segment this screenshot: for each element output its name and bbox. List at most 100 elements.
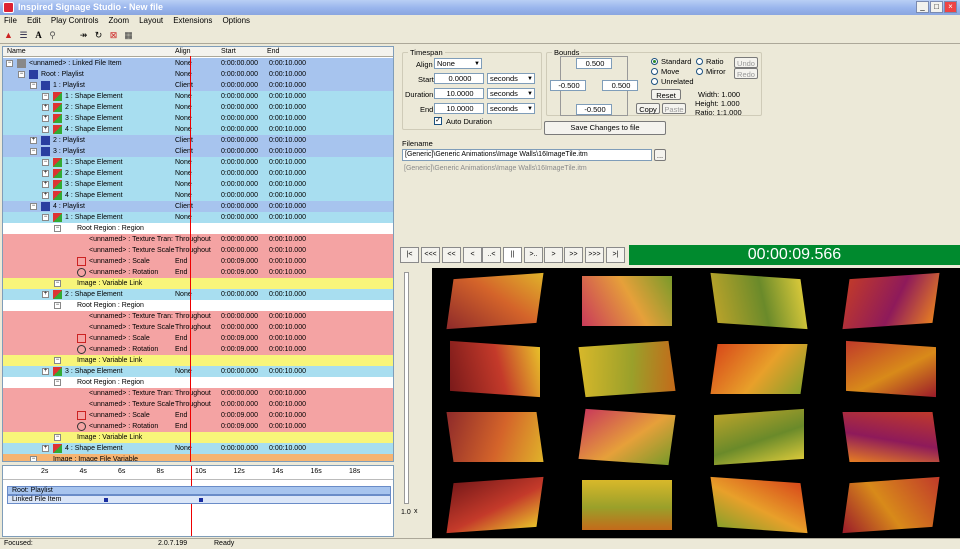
- menu-extensions[interactable]: Extensions: [169, 15, 216, 26]
- timeline[interactable]: 2s 4s 6s 8s 10s 12s 14s 16s 18s Root: Playlist L…: [2, 465, 394, 537]
- expand-toggle[interactable]: −: [54, 379, 61, 386]
- reset-button[interactable]: Reset: [651, 89, 681, 100]
- last-frame-button[interactable]: >|: [606, 247, 625, 263]
- expand-toggle[interactable]: −: [30, 148, 37, 155]
- duration-input[interactable]: 10.0000: [434, 88, 484, 99]
- tree-row[interactable]: − <unnamed> : Linked File Item None 0:00:00…: [3, 58, 393, 69]
- expand-toggle[interactable]: +: [42, 115, 49, 122]
- expand-toggle[interactable]: +: [42, 445, 49, 452]
- expand-toggle[interactable]: +: [42, 104, 49, 111]
- pause-button[interactable]: ||: [503, 247, 522, 263]
- auto-duration-checkbox[interactable]: ✓: [434, 117, 442, 125]
- tree-row[interactable]: <unnamed> : Texture Scale Throughout 0:00:…: [3, 322, 393, 333]
- tree-row[interactable]: <unnamed> : Texture Tran: Throughout 0:00:…: [3, 234, 393, 245]
- filename-input[interactable]: [Generic]\Generic Animations\Image Walls…: [402, 149, 652, 161]
- shape-tool-icon[interactable]: ▲: [3, 30, 14, 41]
- element-tree[interactable]: Name Align Start End − <unnamed> : Linked…: [2, 46, 394, 462]
- expand-toggle[interactable]: −: [54, 280, 61, 287]
- radio-move[interactable]: [651, 68, 658, 75]
- start-unit-select[interactable]: seconds ▼: [487, 73, 535, 84]
- tree-row[interactable]: − Image : Image File Variable: [3, 454, 393, 461]
- expand-toggle[interactable]: −: [18, 71, 25, 78]
- expand-toggle[interactable]: +: [42, 170, 49, 177]
- expand-toggle[interactable]: −: [54, 434, 61, 441]
- tree-row[interactable]: +4 : Shape Element None 0:00:00.000 0:00:10…: [3, 190, 393, 201]
- save-changes-button[interactable]: Save Changes to file: [544, 121, 666, 135]
- tree-row[interactable]: − Image : Variable Link: [3, 355, 393, 366]
- radio-standard[interactable]: [651, 58, 658, 65]
- radio-ratio[interactable]: [696, 58, 703, 65]
- tree-row[interactable]: − Root : Playlist None 0:00:00.000 0:00:10.0…: [3, 69, 393, 80]
- track-root-playlist[interactable]: Root: Playlist: [7, 486, 391, 495]
- radio-mirror[interactable]: [696, 68, 703, 75]
- tree-row[interactable]: +2 : Shape Element None 0:00:00.000 0:00:10…: [3, 102, 393, 113]
- menu-edit[interactable]: Edit: [23, 15, 45, 26]
- tree-row[interactable]: +2 : Shape Element None 0:00:00.000 0:00:10…: [3, 168, 393, 179]
- zoom-slider[interactable]: [404, 272, 409, 504]
- start-input[interactable]: 0.0000: [434, 73, 484, 84]
- end-unit-select[interactable]: seconds ▼: [487, 103, 535, 114]
- expand-toggle[interactable]: +: [42, 192, 49, 199]
- keyframe-marker[interactable]: [104, 498, 108, 502]
- tree-row[interactable]: −1 : Shape Element None 0:00:00.000 0:00:10…: [3, 157, 393, 168]
- text-tool-icon[interactable]: A: [33, 30, 44, 41]
- col-name[interactable]: Name: [7, 48, 26, 55]
- tree-row[interactable]: +3 : Shape Element None 0:00:00.000 0:00:10…: [3, 366, 393, 377]
- redo-button[interactable]: Redo: [734, 68, 758, 79]
- tree-row[interactable]: <unnamed> : Rotation End 0:00:09.000 0:00:1…: [3, 344, 393, 355]
- tree-row[interactable]: − Root Region : Region: [3, 223, 393, 234]
- preview-stage[interactable]: [432, 268, 960, 538]
- tree-row[interactable]: +3 : Shape Element None 0:00:00.000 0:00:10…: [3, 113, 393, 124]
- expand-toggle[interactable]: −: [6, 60, 13, 67]
- link-tool-icon[interactable]: ⚲: [47, 30, 58, 41]
- expand-toggle[interactable]: −: [54, 302, 61, 309]
- rewind-button[interactable]: <<: [442, 247, 461, 263]
- menu-zoom[interactable]: Zoom: [105, 15, 133, 26]
- radio-unrelated[interactable]: [651, 78, 658, 85]
- tree-row[interactable]: <unnamed> : Scale End 0:00:09.000 0:00:10.0…: [3, 410, 393, 421]
- menu-file[interactable]: File: [0, 15, 21, 26]
- tree-row[interactable]: −1 : Shape Element None 0:00:00.000 0:00:10…: [3, 212, 393, 223]
- menu-layout[interactable]: Layout: [135, 15, 167, 26]
- maximize-button[interactable]: □: [930, 1, 943, 13]
- forward-button[interactable]: >>: [564, 247, 583, 263]
- tree-row[interactable]: <unnamed> : Texture Scale Throughout 0:00:…: [3, 399, 393, 410]
- bounds-top-input[interactable]: 0.500: [576, 58, 612, 69]
- menu-options[interactable]: Options: [218, 15, 254, 26]
- expand-toggle[interactable]: +: [30, 137, 37, 144]
- step-forward-button[interactable]: >: [544, 247, 563, 263]
- expand-toggle[interactable]: +: [42, 291, 49, 298]
- expand-toggle[interactable]: −: [54, 225, 61, 232]
- play-reverse-button[interactable]: ..<: [482, 247, 501, 263]
- tree-row[interactable]: <unnamed> : Rotation End 0:00:09.000 0:00:1…: [3, 267, 393, 278]
- keyframe-marker[interactable]: [199, 498, 203, 502]
- play-button[interactable]: >..: [524, 247, 543, 263]
- tree-row[interactable]: <unnamed> : Rotation End 0:00:09.000 0:00:1…: [3, 421, 393, 432]
- rotate-tool-icon[interactable]: ↻: [93, 30, 104, 41]
- expand-toggle[interactable]: −: [42, 159, 49, 166]
- tree-row[interactable]: +3 : Shape Element None 0:00:00.000 0:00:10…: [3, 179, 393, 190]
- minimize-button[interactable]: _: [916, 1, 929, 13]
- expand-toggle[interactable]: +: [42, 126, 49, 133]
- expand-toggle[interactable]: −: [30, 82, 37, 89]
- tree-row[interactable]: +4 : Shape Element None 0:00:00.000 0:00:10…: [3, 443, 393, 454]
- bounds-bottom-input[interactable]: -0.500: [576, 104, 612, 115]
- expand-toggle[interactable]: −: [42, 214, 49, 221]
- arrow-tool-icon[interactable]: ↠: [78, 30, 89, 41]
- texture-tool-icon[interactable]: ▦: [123, 30, 134, 41]
- close-button[interactable]: ×: [944, 1, 957, 13]
- rewind-fast-button[interactable]: <<<: [421, 247, 440, 263]
- tree-row[interactable]: −4 : Playlist Client 0:00:00.000 0:00:10.00…: [3, 201, 393, 212]
- menu-play-controls[interactable]: Play Controls: [47, 15, 103, 26]
- col-end[interactable]: End: [267, 48, 279, 55]
- tree-row[interactable]: <unnamed> : Texture Tran: Throughout 0:00:…: [3, 311, 393, 322]
- first-frame-button[interactable]: |<: [400, 247, 419, 263]
- tree-row[interactable]: −3 : Playlist Client 0:00:00.000 0:00:10.00…: [3, 146, 393, 157]
- undo-button[interactable]: Undo: [734, 57, 758, 68]
- paste-button[interactable]: Paste: [662, 103, 686, 114]
- col-start[interactable]: Start: [221, 48, 236, 55]
- expand-toggle[interactable]: −: [30, 203, 37, 210]
- tree-row[interactable]: +2 : Shape Element None 0:00:00.000 0:00:10…: [3, 289, 393, 300]
- copy-button[interactable]: Copy: [636, 103, 660, 114]
- scale-tool-icon[interactable]: ⊠: [108, 30, 119, 41]
